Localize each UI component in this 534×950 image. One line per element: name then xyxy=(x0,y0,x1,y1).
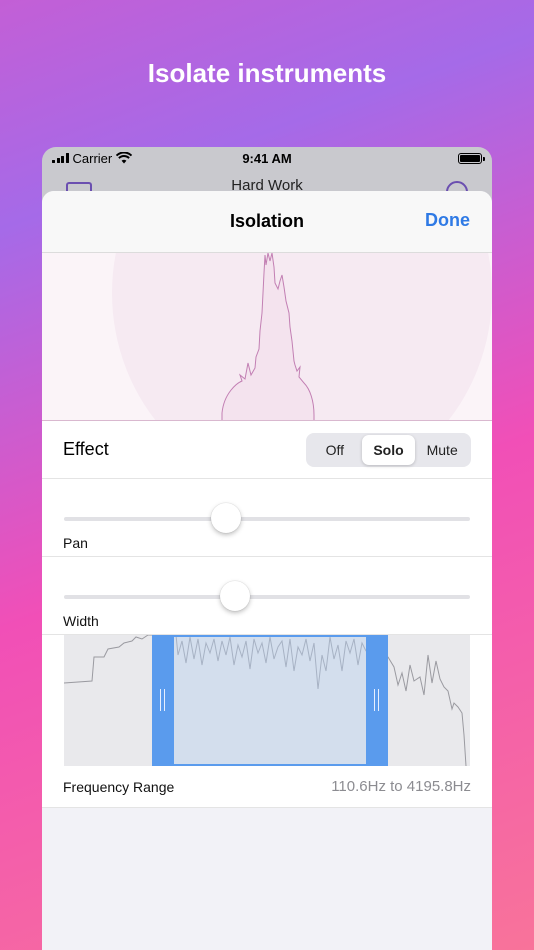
isolation-sheet: Isolation Done Effect Off Solo Mute Pan … xyxy=(42,191,492,950)
frequency-high-handle[interactable] xyxy=(366,635,388,766)
width-slider-thumb[interactable] xyxy=(219,581,250,611)
signal-bars-icon xyxy=(52,153,69,163)
effect-option-mute[interactable]: Mute xyxy=(415,435,469,465)
done-button[interactable]: Done xyxy=(425,210,470,231)
width-label: Width xyxy=(63,613,99,629)
effect-option-solo[interactable]: Solo xyxy=(361,434,416,465)
carrier-label: Carrier xyxy=(72,150,113,166)
width-slider-track[interactable] xyxy=(64,595,470,599)
effect-label: Effect xyxy=(63,439,109,459)
frequency-range-row: Frequency Range 110.6Hz to 4195.8Hz xyxy=(42,766,492,808)
stereo-spectrum-view xyxy=(42,253,492,421)
effect-row: Effect Off Solo Mute xyxy=(42,421,492,479)
frequency-selection[interactable] xyxy=(174,635,366,766)
headline: Isolate instruments xyxy=(147,58,387,88)
effect-option-off[interactable]: Off xyxy=(308,435,362,465)
sheet-navbar: Isolation Done xyxy=(42,191,492,253)
pan-slider-thumb[interactable] xyxy=(211,503,242,533)
width-slider-row: Width xyxy=(42,557,492,635)
pan-label: Pan xyxy=(63,535,88,551)
frequency-low-handle[interactable] xyxy=(152,635,174,766)
phone-screen: Carrier 9:41 AM Hard Work Isolation Done… xyxy=(42,147,492,950)
effect-segmented-control[interactable]: Off Solo Mute xyxy=(306,432,471,467)
pan-slider-row: Pan xyxy=(42,479,492,557)
frequency-range-label: Frequency Range xyxy=(63,778,175,795)
status-bar: Carrier 9:41 AM xyxy=(42,147,492,169)
sheet-title: Isolation xyxy=(229,211,304,231)
frequency-range-value: 110.6Hz to 4195.8Hz xyxy=(331,778,471,795)
frequency-range-graph xyxy=(42,635,492,766)
isolation-controls: Effect Off Solo Mute Pan Width Frequency… xyxy=(42,421,492,808)
status-left: Carrier xyxy=(52,150,133,166)
pan-slider-track[interactable] xyxy=(64,517,470,521)
stereo-spectrum-graphic xyxy=(112,253,492,420)
battery-icon xyxy=(458,152,485,164)
wifi-icon xyxy=(116,152,133,164)
